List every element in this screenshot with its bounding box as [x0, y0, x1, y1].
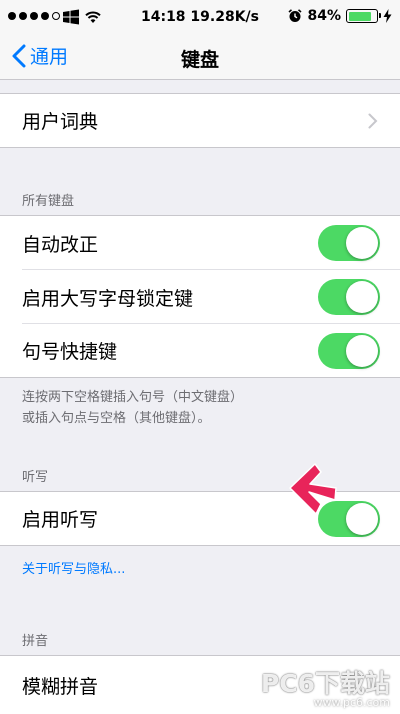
enable-dictation-label: 启用听写: [22, 509, 99, 531]
annotation-arrow-icon: [289, 463, 337, 515]
chevron-right-icon: [368, 113, 378, 129]
watermark-brand: PC6下载站: [260, 669, 390, 698]
caps-lock-toggle[interactable]: [318, 279, 380, 315]
navigation-bar: 通用 键盘: [0, 34, 400, 80]
toggle-knob: [346, 227, 378, 259]
group-divider: [0, 545, 400, 546]
footer-line: 连按两下空格键插入句号（中文键盘）: [22, 390, 244, 405]
section-header-dictation: 听写: [22, 470, 49, 485]
period-shortcut-label: 句号快捷键: [22, 341, 118, 363]
watermark-url: www.pc6.com: [313, 696, 391, 709]
battery-icon: [346, 9, 381, 23]
group-divider: [0, 377, 400, 378]
dictation-privacy-link[interactable]: 关于听写与隐私...: [22, 558, 125, 577]
group-divider: [0, 147, 400, 148]
battery-fill: [348, 11, 372, 21]
section-header-all-keyboards: 所有键盘: [22, 194, 75, 209]
user-dictionary-row[interactable]: 用户词典: [0, 94, 400, 147]
alarm-clock-icon: [288, 9, 303, 22]
section-header-pinyin: 拼音: [22, 634, 49, 649]
period-shortcut-toggle[interactable]: [318, 333, 380, 369]
auto-correct-row: 自动改正: [0, 216, 400, 270]
toggle-knob: [346, 281, 378, 313]
toggle-knob: [346, 335, 378, 367]
battery-percent: 84%: [307, 8, 341, 24]
footer-line: 或插入句点与空格（其他键盘）。: [22, 411, 211, 426]
fuzzy-pinyin-label: 模糊拼音: [22, 675, 99, 698]
toggle-knob: [346, 503, 378, 535]
status-bar: 14:18 19.28K/s 84%: [0, 0, 400, 34]
page-title: 键盘: [180, 49, 219, 71]
status-right-group: 84%: [288, 8, 392, 24]
user-dictionary-label: 用户词典: [22, 111, 99, 133]
auto-correct-toggle[interactable]: [318, 225, 380, 261]
period-shortcut-row: 句号快捷键: [0, 324, 400, 377]
period-shortcut-footer: 连按两下空格键插入句号（中文键盘） 或插入句点与空格（其他键盘）。: [22, 387, 382, 429]
caps-lock-label: 启用大写字母锁定键: [22, 287, 194, 310]
caps-lock-row: 启用大写字母锁定键: [0, 270, 400, 324]
enable-dictation-row: 启用听写: [0, 492, 400, 545]
charging-bolt-icon: [383, 9, 392, 23]
auto-correct-label: 自动改正: [22, 233, 99, 256]
